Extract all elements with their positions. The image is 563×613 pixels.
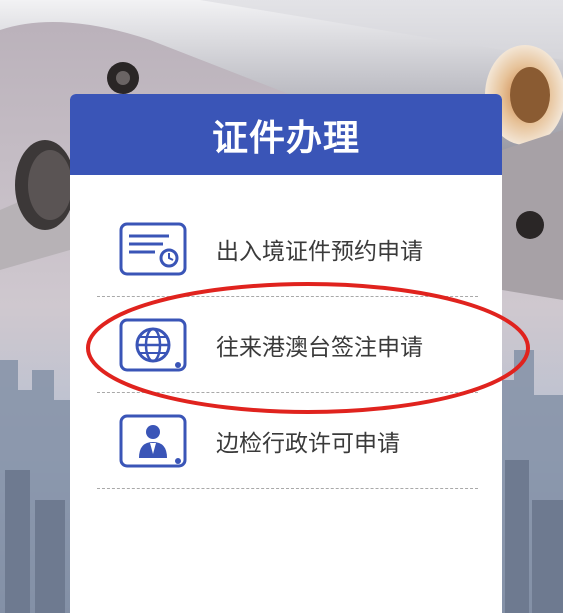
card-header: 证件办理: [70, 94, 502, 175]
globe-icon: [119, 318, 187, 371]
certificate-services-card: 证件办理 出入境证件预约申请 往来港澳台签注申请 边检行政许可申请: [70, 94, 502, 613]
menu-item-label: 边检行政许可申请: [216, 430, 400, 457]
calendar-card-icon: [119, 222, 187, 275]
menu-item-label: 往来港澳台签注申请: [216, 334, 423, 361]
menu-item-hk-macau-taiwan-endorsement[interactable]: 往来港澳台签注申请: [97, 297, 478, 393]
menu-item-label: 出入境证件预约申请: [216, 238, 423, 265]
menu-item-entry-exit-appointment[interactable]: 出入境证件预约申请: [97, 201, 478, 297]
menu-item-border-admin-permit[interactable]: 边检行政许可申请: [97, 393, 478, 489]
card-title: 证件办理: [211, 117, 360, 159]
officer-badge-icon: [119, 414, 187, 467]
